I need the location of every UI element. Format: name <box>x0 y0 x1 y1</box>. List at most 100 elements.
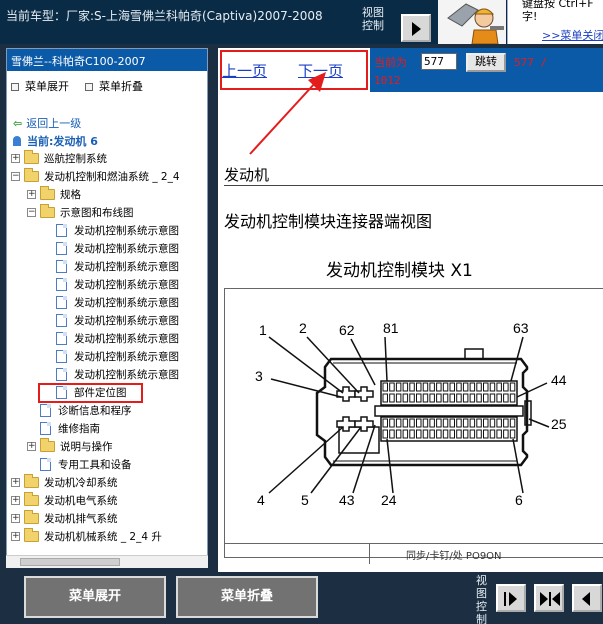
document-view: 发动机 发动机控制模块连接器端视图 发动机控制模块 X1 1 2 62 81 6… <box>218 92 603 572</box>
tree-item-label: 发动机电气系统 <box>44 494 118 507</box>
tree-item-label: 发动机控制系统示意图 <box>74 368 179 381</box>
pin-cavity <box>429 393 435 403</box>
sidebar-expand-menu[interactable]: 菜单展开 <box>11 78 69 94</box>
collapse-node-icon[interactable]: − <box>27 207 36 217</box>
pin-cavity <box>496 418 502 428</box>
pin-cavity <box>389 382 395 392</box>
pin-cavity <box>389 429 395 439</box>
tree-item-label: 示意图和布线图 <box>60 206 134 219</box>
tree-item[interactable]: 发动机控制系统示意图 <box>43 311 179 329</box>
folder-icon <box>24 491 39 506</box>
pin-cavity <box>416 382 422 392</box>
sidebar-collapse-menu[interactable]: 菜单折叠 <box>85 78 143 94</box>
pin-cavity <box>389 393 395 403</box>
folder-icon <box>40 437 55 452</box>
sidebar-collapse-label: 菜单折叠 <box>99 80 143 93</box>
tree-item-label: 发动机控制系统示意图 <box>74 260 179 273</box>
tree-item[interactable]: + 发动机机械系统 _ 2_4 升 <box>11 527 162 545</box>
pin-cavity <box>402 418 409 428</box>
expand-node-icon[interactable]: + <box>27 441 36 451</box>
document-icon <box>40 457 51 471</box>
pin-cavity <box>429 418 435 428</box>
tree-item[interactable]: 发动机控制系统示意图 <box>43 329 179 347</box>
tree-item[interactable]: + 发动机排气系统 <box>11 509 118 527</box>
pin-cavity <box>509 418 516 428</box>
document-icon <box>40 421 51 435</box>
expand-node-icon[interactable]: + <box>11 153 20 163</box>
expand-node-icon[interactable]: + <box>11 513 20 523</box>
collapse-icon <box>85 83 93 91</box>
tree-item[interactable]: 发动机控制系统示意图 <box>43 221 179 239</box>
tree-item[interactable]: + 说明与操作 <box>27 437 113 455</box>
tree-item[interactable]: + 规格 <box>27 185 81 203</box>
left-panel: 雪佛兰--科帕奇C100-2007 菜单展开 菜单折叠 ⇦ 返回上一级 当前:发动… <box>0 44 215 572</box>
pin-label-24: 24 <box>381 492 397 508</box>
collapse-node-icon[interactable]: − <box>11 171 20 181</box>
left-arrow-icon <box>552 592 560 606</box>
tree-item[interactable]: + 发动机电气系统 <box>11 491 118 509</box>
tree-item[interactable]: − 发动机控制和燃油系统 _ 2_4 <box>11 167 180 185</box>
page-number-input[interactable] <box>421 53 457 70</box>
title-divider <box>224 185 603 186</box>
pin-label-2: 2 <box>299 320 307 336</box>
jump-button[interactable]: 跳转 <box>466 53 506 72</box>
back-link[interactable]: ⇦ 返回上一级 <box>13 115 81 131</box>
view-next-button[interactable] <box>401 14 431 42</box>
expand-node-icon[interactable]: + <box>11 531 20 541</box>
pin-cavity <box>456 429 462 439</box>
view-split-button[interactable] <box>534 584 564 612</box>
scrollbar-thumb[interactable] <box>20 558 120 566</box>
expand-node-icon[interactable]: + <box>27 189 36 199</box>
pin-cavity <box>442 429 449 439</box>
tree-item[interactable]: 诊断信息和程序 <box>27 401 132 419</box>
pin-cavity <box>462 382 469 392</box>
tree-item[interactable]: 发动机控制系统示意图 <box>43 365 179 383</box>
pin-cavity <box>449 382 455 392</box>
tree-item[interactable]: 维修指南 <box>27 419 100 437</box>
figure-footer-text: 同步/卡钉/处 PO9ON <box>406 551 502 562</box>
pin-cavity <box>436 418 442 428</box>
tree-item[interactable]: + 发动机冷却系统 <box>11 473 118 491</box>
pin-cavity <box>449 429 455 439</box>
tree-item[interactable]: 发动机控制系统示意图 <box>43 275 179 293</box>
pin-cavity <box>509 382 516 392</box>
pin-cavity <box>496 382 502 392</box>
mascot-image <box>438 0 506 44</box>
tree-item[interactable]: 发动机控制系统示意图 <box>43 293 179 311</box>
pin-cavity <box>395 418 402 428</box>
view-next-button-bottom[interactable] <box>496 584 526 612</box>
pin-cavity <box>382 429 388 439</box>
tree-item-label: 发动机机械系统 _ 2_4 升 <box>44 530 162 543</box>
pin-cavity <box>489 382 496 392</box>
collapse-menu-button[interactable]: 菜单折叠 <box>176 576 318 618</box>
tree-item[interactable]: − 示意图和布线图 <box>27 203 134 221</box>
pin-cavity <box>489 418 496 428</box>
help-box: 键盘按 Ctrl+F 字! >>菜单关闭 <box>507 0 603 44</box>
right-arrow-icon <box>540 592 548 606</box>
document-icon <box>56 313 67 327</box>
tree-item[interactable]: 专用工具和设备 <box>27 455 132 473</box>
expand-node-icon[interactable]: + <box>11 477 20 487</box>
tree-item[interactable]: 发动机控制系统示意图 <box>43 239 179 257</box>
tree-item-label: 发动机排气系统 <box>44 512 118 525</box>
expand-icon <box>11 83 19 91</box>
pin-label-3: 3 <box>255 368 263 384</box>
expand-menu-button[interactable]: 菜单展开 <box>24 576 166 618</box>
play-icon <box>509 592 517 606</box>
pin-cavity <box>449 393 455 403</box>
close-menu-link[interactable]: >>菜单关闭 <box>542 27 603 43</box>
document-icon <box>56 295 67 309</box>
sidebar-expand-label: 菜单展开 <box>25 80 69 93</box>
highlight-box <box>38 383 143 403</box>
document-icon <box>56 277 67 291</box>
back-arrow-icon: ⇦ <box>13 117 23 130</box>
tree-item[interactable]: + 巡航控制系统 <box>11 149 107 167</box>
figure-table-divider <box>369 544 370 564</box>
tree-item[interactable]: 发动机控制系统示意图 <box>43 347 179 365</box>
pin-cavity <box>382 393 388 403</box>
expand-node-icon[interactable]: + <box>11 495 20 505</box>
sidebar-horizontal-scrollbar[interactable] <box>6 555 208 568</box>
view-prev-button-bottom[interactable] <box>572 584 602 612</box>
pin-cavity <box>483 429 489 439</box>
tree-item[interactable]: 发动机控制系统示意图 <box>43 257 179 275</box>
